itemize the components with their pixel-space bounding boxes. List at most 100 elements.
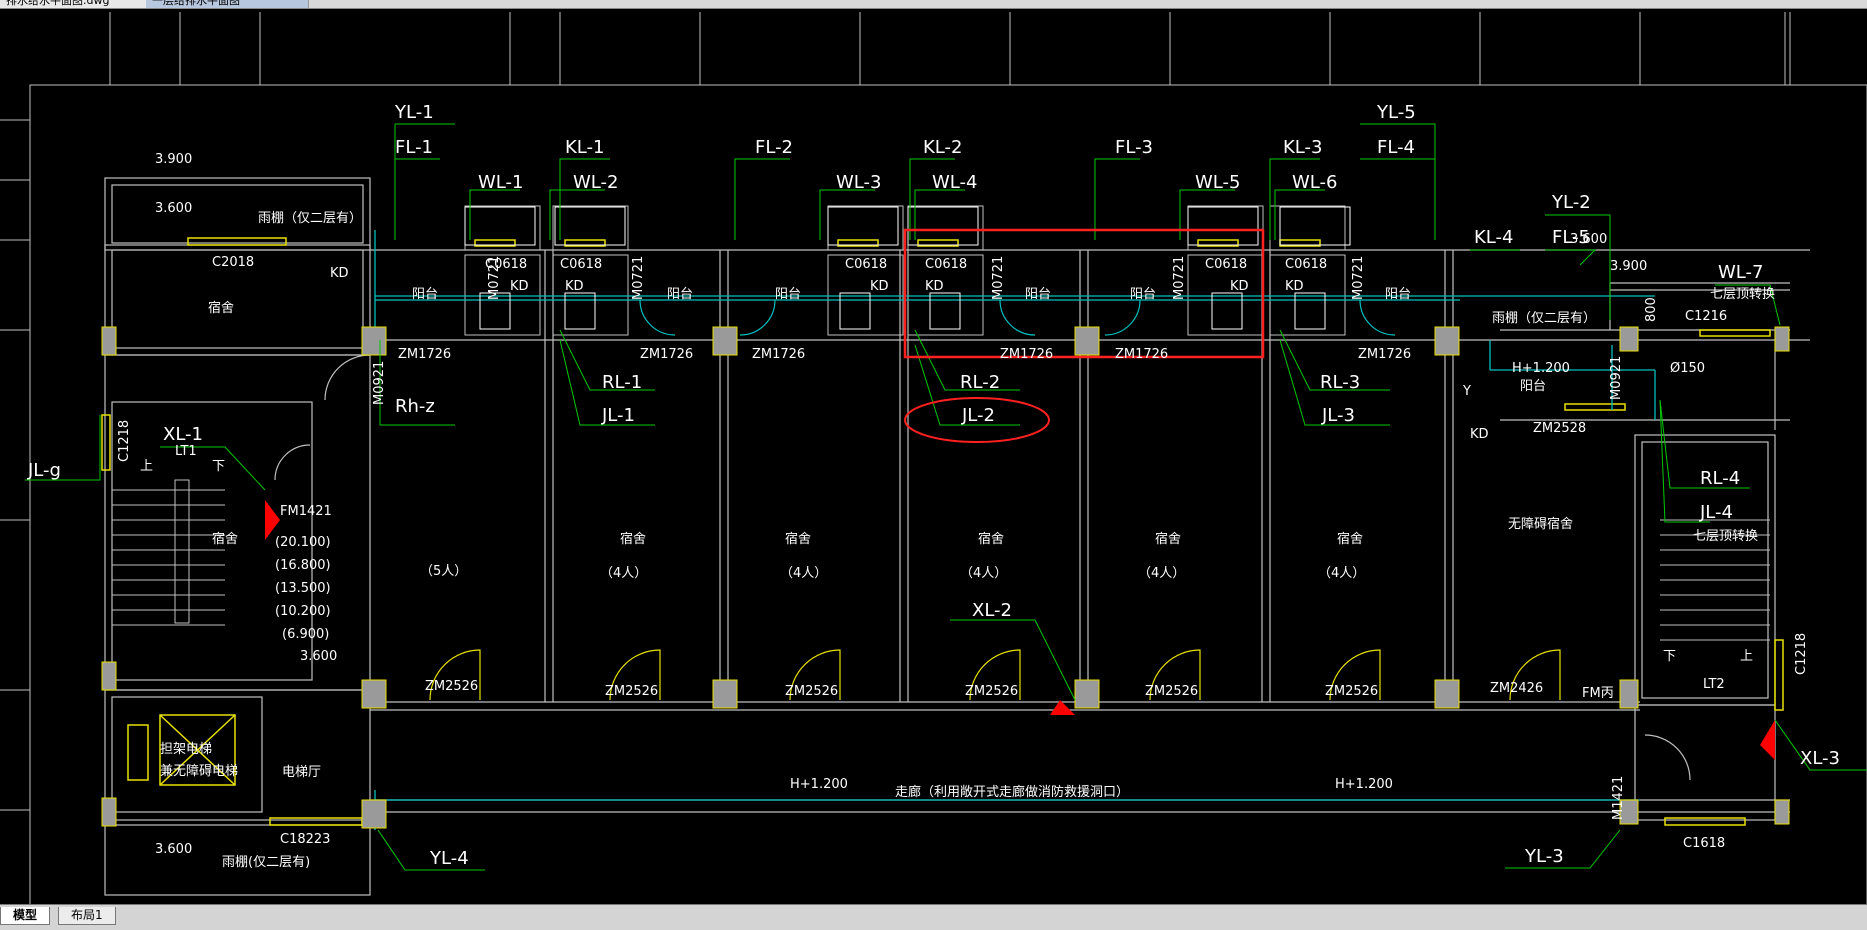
window-c1218: C1218	[117, 420, 132, 462]
stair-up-right: 上	[1740, 649, 1753, 664]
elevation-h1200: H+1.200	[1335, 777, 1393, 792]
elevation-3600-stair: 3.600	[300, 649, 337, 664]
stair-down-right: 下	[1663, 649, 1676, 664]
label-jl-1: JL-1	[601, 405, 635, 426]
door-zm2526: ZM2526	[605, 684, 658, 699]
canopy-note: 雨棚（仅二层有）	[258, 211, 362, 226]
door-zm2526: ZM2526	[785, 684, 838, 699]
room-dorm-2: 宿舍	[620, 531, 646, 547]
window-c0618: C0618	[1285, 257, 1327, 272]
label-jl-g: JL-g	[27, 460, 61, 481]
door-m0721: M0721	[487, 256, 502, 300]
door-m0721: M0721	[991, 256, 1006, 300]
document-tab-active[interactable]: 一层给排水平面图	[146, 0, 309, 8]
lift-lt1: LT1	[175, 444, 197, 459]
room-dorm-left: 宿舍	[208, 300, 234, 316]
window-c0618: C0618	[1205, 257, 1247, 272]
label-fl-1: FL-1	[395, 137, 433, 158]
window-c1218-right: C1218	[1794, 633, 1809, 675]
balcony-label: 阳台	[1385, 287, 1411, 302]
window-c0618: C0618	[560, 257, 602, 272]
dimension-150: Ø150	[1670, 361, 1705, 376]
kd-label: KD	[1230, 279, 1249, 294]
elevation-6900: (6.900)	[282, 627, 329, 642]
door-m0921: M0921	[1609, 356, 1624, 400]
door-m0721: M0721	[1172, 256, 1187, 300]
kd-label: KD	[1285, 279, 1304, 294]
elevation-3600-right: 3.600	[1570, 232, 1607, 247]
kd-label: KD	[925, 279, 944, 294]
door-zm2526: ZM2526	[1325, 684, 1378, 699]
kd-label: KD	[1470, 427, 1489, 442]
balcony-label: 阳台	[1025, 287, 1051, 302]
fire-door-fm: FM丙	[1582, 686, 1614, 701]
balcony-label: 阳台	[1520, 379, 1546, 394]
label-rl-4: RL-4	[1700, 468, 1740, 489]
elevator-stretcher: 担架电梯	[160, 742, 212, 757]
balcony-label: 阳台	[1130, 287, 1156, 302]
window-c2018: C2018	[212, 255, 254, 270]
label-yl-2: YL-2	[1551, 192, 1591, 213]
label-yl-1: YL-1	[394, 102, 434, 123]
fire-hydrant-markers	[265, 500, 1775, 760]
elevation-3600-bottom: 3.600	[155, 842, 192, 857]
elevator-accessible: 兼无障碍电梯	[160, 764, 238, 779]
window-c1216: C1216	[1685, 309, 1727, 324]
elevation-3900: 3.900	[155, 152, 192, 167]
occupancy-4: （4人）	[960, 566, 1007, 581]
label-rh-z: Rh-z	[395, 396, 435, 417]
door-zm2426: ZM2426	[1490, 681, 1543, 696]
room-dorm-4: 宿舍	[978, 531, 1004, 547]
label-yl-3: YL-3	[1524, 846, 1564, 867]
label-xl-1: XL-1	[163, 424, 203, 445]
door-zm2526: ZM2526	[1145, 684, 1198, 699]
door-zm1726: ZM1726	[640, 347, 693, 362]
elevator-hall: 电梯厅	[282, 765, 321, 780]
occupancy-4: （4人）	[600, 566, 647, 581]
window-c0618: C0618	[925, 257, 967, 272]
door-zm2528: ZM2528	[1533, 421, 1586, 436]
elevation-3900-right: 3.900	[1610, 259, 1647, 274]
label-wl-7-note: 七层顶转换	[1710, 287, 1775, 302]
elevation-10200: (10.200)	[275, 604, 331, 619]
label-xl-2: XL-2	[972, 600, 1012, 621]
room-dorm-1: 宿舍	[212, 531, 238, 547]
label-yl-4: YL-4	[429, 848, 469, 869]
balcony-label: 阳台	[412, 287, 438, 302]
label-wl-3: WL-3	[836, 172, 881, 193]
dimension-800: 800	[1644, 297, 1659, 322]
drawing-frame	[29, 84, 1867, 904]
label-fl-2: FL-2	[755, 137, 793, 158]
label-wl-6: WL-6	[1292, 172, 1337, 193]
stair-left	[112, 479, 1770, 641]
document-tab[interactable]: 排水给水平面图.dwg	[0, 0, 153, 8]
tab-model[interactable]: 模型	[0, 907, 51, 925]
kd-label: KD	[330, 266, 349, 281]
tab-layout-1[interactable]: 布局1	[58, 907, 116, 925]
cad-drawing-canvas[interactable]: YL-1 FL-1 KL-1 FL-2 KL-2 FL-3 KL-3 FL-4 …	[0, 9, 1867, 904]
occupancy-4: （4人）	[780, 566, 827, 581]
elevation-20100: (20.100)	[275, 535, 331, 550]
label-jl-2: JL-2	[961, 405, 995, 426]
water-pipes	[374, 230, 1656, 830]
elevation-h1200: H+1.200	[1512, 361, 1570, 376]
stair-up: 上	[140, 459, 153, 474]
elevation-13500: (13.500)	[275, 581, 331, 596]
label-wl-1: WL-1	[478, 172, 523, 193]
layout-tab-bar: 模型 布局1	[0, 904, 1867, 930]
window-c18223: C18223	[280, 832, 330, 847]
balcony-label: 阳台	[667, 287, 693, 302]
elevation-h1200: H+1.200	[790, 777, 848, 792]
label-jl-3: JL-3	[1321, 405, 1355, 426]
label-wl-2: WL-2	[573, 172, 618, 193]
window-c1618: C1618	[1683, 836, 1725, 851]
room-dorm-5: 宿舍	[1155, 531, 1181, 547]
label-fl-3: FL-3	[1115, 137, 1153, 158]
occupancy-4: （4人）	[1138, 566, 1185, 581]
label-kl-1: KL-1	[565, 137, 604, 158]
label-wl-7: WL-7	[1718, 262, 1763, 283]
door-zm1726: ZM1726	[398, 347, 451, 362]
occupancy-4: （4人）	[1318, 566, 1365, 581]
stair-down: 下	[212, 459, 225, 474]
door-zm1726: ZM1726	[1358, 347, 1411, 362]
